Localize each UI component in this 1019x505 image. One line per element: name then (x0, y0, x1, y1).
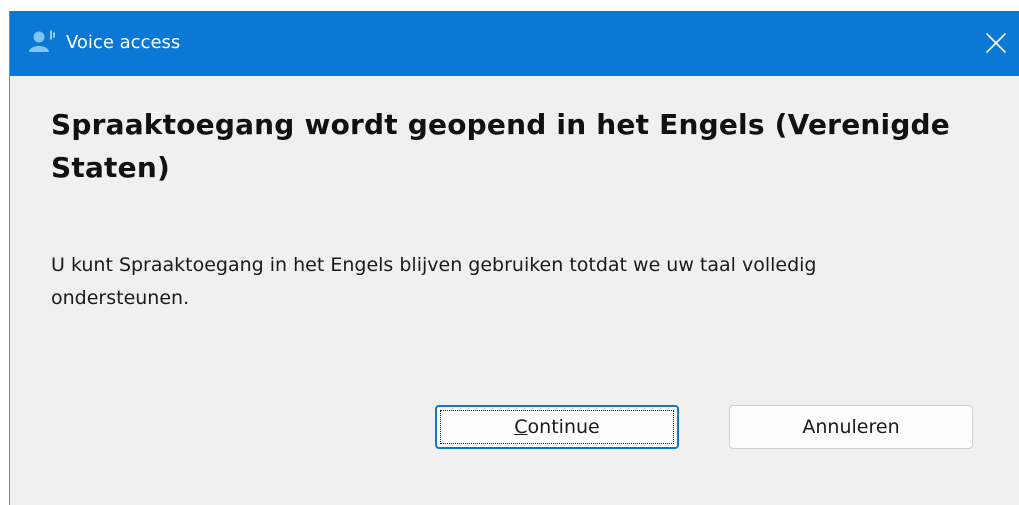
dialog-message: U kunt Spraaktoegang in het Engels blijv… (51, 254, 817, 309)
continue-mnemonic: C (514, 416, 528, 438)
voice-access-person-icon (28, 28, 56, 56)
close-icon (986, 33, 1006, 53)
continue-label: Continue (514, 416, 599, 438)
window-title: Voice access (66, 32, 181, 53)
dialog-heading: Spraaktoegang wordt geopend in het Engel… (51, 108, 950, 184)
voice-access-dialog: Voice access Spraaktoegang wordt geopend… (9, 11, 1019, 505)
title-bar[interactable]: Voice access (10, 11, 1019, 76)
continue-button[interactable]: Continue (435, 405, 679, 449)
continue-label-rest: ontinue (527, 416, 600, 438)
close-button[interactable] (973, 11, 1019, 76)
cancel-label: Annuleren (802, 416, 900, 438)
cancel-button[interactable]: Annuleren (729, 405, 973, 449)
